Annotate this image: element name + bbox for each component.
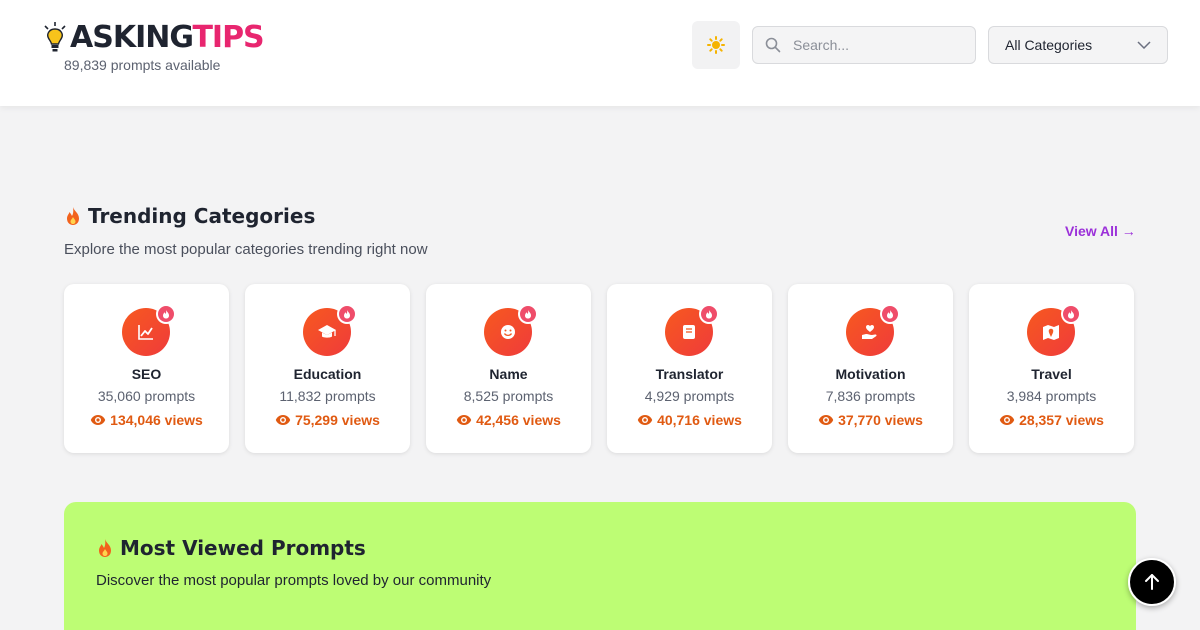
category-views-text: 40,716 views xyxy=(657,412,742,428)
category-prompt-count: 11,832 prompts xyxy=(279,388,376,404)
fire-icon xyxy=(887,310,893,319)
category-prompt-count: 8,525 prompts xyxy=(463,388,554,404)
category-select[interactable]: All Categories xyxy=(988,26,1168,64)
trending-header: Trending Categories xyxy=(64,204,315,228)
category-card-name[interactable]: Name 8,525 prompts 42,456 views xyxy=(426,284,591,453)
most-viewed-title: Most Viewed Prompts xyxy=(120,536,366,560)
category-views: 37,770 views xyxy=(788,412,953,428)
hot-badge xyxy=(1061,304,1081,324)
eye-icon xyxy=(456,415,472,425)
logo-text-asking: ASKING xyxy=(70,20,193,55)
search-box[interactable] xyxy=(752,26,976,64)
site-logo[interactable]: ASKINGTIPS xyxy=(42,18,265,58)
category-views: 75,299 views xyxy=(245,412,410,428)
category-views-text: 28,357 views xyxy=(1019,412,1104,428)
hot-badge xyxy=(880,304,900,324)
logo-wordmark: ASKINGTIPS xyxy=(70,18,265,58)
trending-title: Trending Categories xyxy=(88,204,316,228)
category-select-value: All Categories xyxy=(1005,37,1093,53)
most-viewed-section: Most Viewed Prompts Discover the most po… xyxy=(64,502,1136,630)
category-views-text: 37,770 views xyxy=(838,412,923,428)
arrow-up-icon xyxy=(1145,574,1159,590)
category-card-seo[interactable]: SEO 35,060 prompts 134,046 views xyxy=(64,284,229,453)
most-viewed-header: Most Viewed Prompts xyxy=(96,536,366,560)
hot-badge xyxy=(337,304,357,324)
category-card-travel[interactable]: Travel 3,984 prompts 28,357 views xyxy=(969,284,1134,453)
category-card-education[interactable]: Education 11,832 prompts 75,299 views xyxy=(245,284,410,453)
eye-icon xyxy=(90,415,106,425)
eye-icon xyxy=(637,415,653,425)
category-prompt-count: 4,929 prompts xyxy=(644,388,735,404)
most-viewed-subtitle: Discover the most popular prompts loved … xyxy=(96,572,492,589)
book-icon xyxy=(683,325,695,339)
smile-icon xyxy=(501,325,515,339)
trending-subtitle: Explore the most popular categories tren… xyxy=(64,241,428,258)
category-views-text: 75,299 views xyxy=(295,412,380,428)
category-cards: SEO 35,060 prompts 134,046 views Educati… xyxy=(64,284,1134,453)
hand-heart-icon xyxy=(862,325,877,339)
fire-icon xyxy=(706,310,712,319)
category-prompt-count: 3,984 prompts xyxy=(1006,388,1097,404)
fire-icon xyxy=(344,310,350,319)
category-prompt-count: 35,060 prompts xyxy=(97,388,196,404)
search-icon xyxy=(765,37,781,53)
chevron-down-icon xyxy=(1137,41,1151,49)
scroll-to-top-button[interactable] xyxy=(1128,558,1176,606)
fire-icon xyxy=(1068,310,1074,319)
chart-icon xyxy=(138,325,153,340)
eye-icon xyxy=(818,415,834,425)
logo-text-tips: TIPS xyxy=(192,20,264,55)
category-prompt-count: 7,836 prompts xyxy=(825,388,916,404)
category-views: 134,046 views xyxy=(64,412,229,428)
fire-icon xyxy=(99,539,111,557)
category-views: 42,456 views xyxy=(426,412,591,428)
category-views-text: 134,046 views xyxy=(110,412,203,428)
theme-toggle-button[interactable] xyxy=(692,21,740,69)
site-header: ASKINGTIPS 89,839 prompts available All … xyxy=(0,0,1200,106)
lightbulb-icon xyxy=(44,22,66,52)
map-icon xyxy=(1043,325,1059,340)
category-views: 28,357 views xyxy=(969,412,1134,428)
fire-icon xyxy=(525,310,531,319)
hot-badge xyxy=(518,304,538,324)
category-name: Education xyxy=(293,366,362,382)
category-views: 40,716 views xyxy=(607,412,772,428)
category-name: SEO xyxy=(131,366,162,382)
category-name: Name xyxy=(489,366,528,382)
hot-badge xyxy=(699,304,719,324)
eye-icon xyxy=(999,415,1015,425)
hot-badge xyxy=(156,304,176,324)
category-card-translator[interactable]: Translator 4,929 prompts 40,716 views xyxy=(607,284,772,453)
eye-icon xyxy=(275,415,291,425)
category-name: Translator xyxy=(655,366,724,382)
graduation-cap-icon xyxy=(318,325,336,338)
category-card-motivation[interactable]: Motivation 7,836 prompts 37,770 views xyxy=(788,284,953,453)
category-views-text: 42,456 views xyxy=(476,412,561,428)
category-name: Travel xyxy=(1031,366,1072,382)
prompt-count: 89,839 prompts available xyxy=(64,57,221,73)
view-all-link[interactable]: View All → xyxy=(1065,223,1136,239)
fire-icon xyxy=(163,310,169,319)
category-name: Motivation xyxy=(835,366,906,382)
fire-icon xyxy=(67,207,79,225)
search-input[interactable] xyxy=(793,37,963,53)
sun-icon xyxy=(707,36,725,54)
